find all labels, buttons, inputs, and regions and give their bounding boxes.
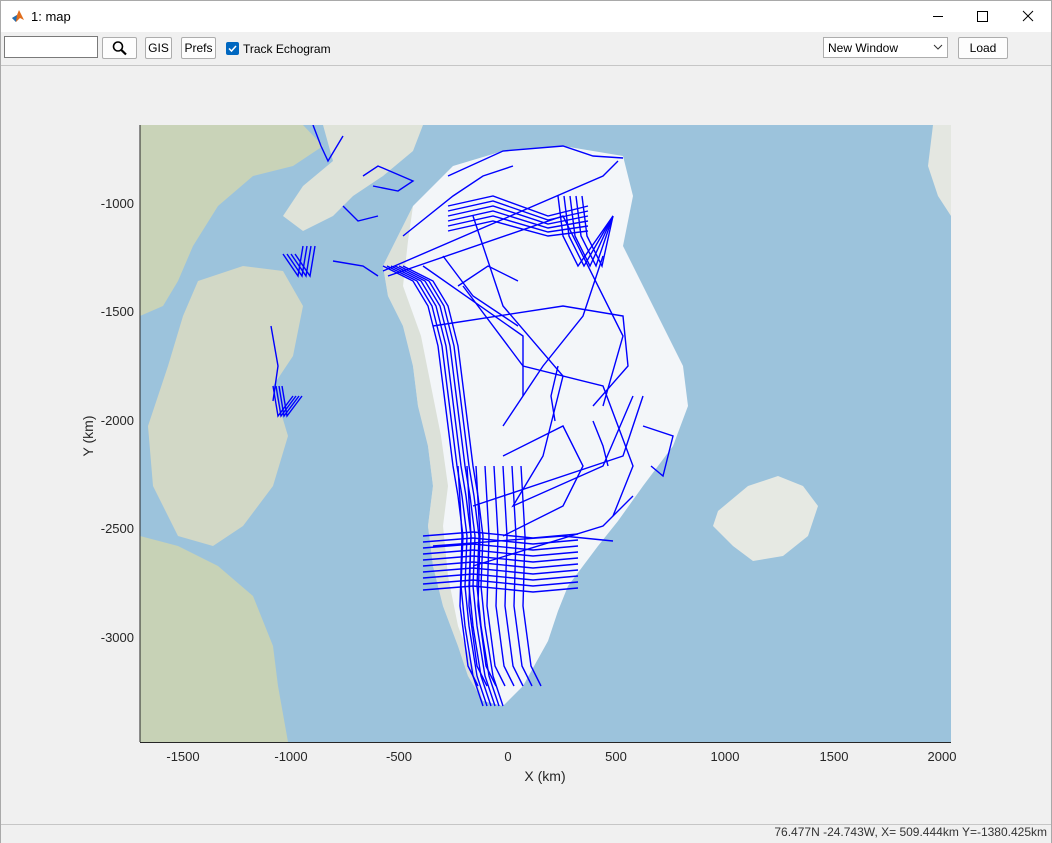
map-plot[interactable]: -1500 -1000 -500 0 500 1000 1500 2000 -1000-150…	[3, 66, 1049, 824]
y-tick-label: -1000	[101, 196, 134, 211]
basemap	[140, 125, 951, 742]
map-window: 1: map GIS Prefs Track Echogram New Wind…	[0, 0, 1052, 843]
minimize-button[interactable]	[915, 1, 961, 32]
close-button[interactable]	[1005, 1, 1051, 32]
window-title: 1: map	[31, 9, 71, 24]
x-tick-label: 2000	[928, 749, 957, 764]
search-button[interactable]	[102, 37, 137, 59]
x-tick-label: 1500	[820, 749, 849, 764]
chevron-down-icon	[933, 44, 943, 50]
load-button[interactable]: Load	[958, 37, 1008, 59]
x-tick-label: -500	[386, 749, 412, 764]
prefs-button[interactable]: Prefs	[181, 37, 216, 59]
track-echogram-checkbox[interactable]	[226, 42, 239, 55]
toolbar: GIS Prefs Track Echogram New Window Load	[1, 32, 1051, 66]
gis-button[interactable]: GIS	[145, 37, 172, 59]
x-tick-label: -1000	[274, 749, 307, 764]
search-input[interactable]	[4, 36, 98, 58]
track-echogram-label[interactable]: Track Echogram	[243, 42, 331, 56]
x-tick-label: 1000	[711, 749, 740, 764]
window-select[interactable]: New Window	[823, 37, 948, 58]
y-axis-label: Y (km)	[80, 416, 96, 457]
x-tick-label: 0	[504, 749, 511, 764]
y-tick-label: -2000	[101, 413, 134, 428]
minimize-icon	[933, 16, 943, 17]
magnifier-icon	[112, 41, 127, 56]
checkmark-icon	[228, 45, 237, 53]
y-tick-labels: -1000 -1500 -2000 -2500 -3000	[101, 196, 134, 645]
figure-area: -1500 -1000 -500 0 500 1000 1500 2000 -1000 -150…	[3, 66, 1049, 824]
maximize-button[interactable]	[959, 1, 1005, 32]
x-tick-label: 500	[605, 749, 627, 764]
y-tick-label: -3000	[101, 630, 134, 645]
x-tick-label: -1500	[166, 749, 199, 764]
close-icon	[1022, 10, 1034, 22]
y-tick-label: -1500	[101, 304, 134, 319]
x-tick-labels: -1500 -1000 -500 0 500 1000 1500 2000	[166, 749, 956, 764]
status-bar: 76.477N -24.743W, X= 509.444km Y=-1380.4…	[1, 824, 1051, 843]
window-select-value: New Window	[828, 41, 899, 55]
title-bar: 1: map	[1, 1, 1051, 32]
cursor-coordinates: 76.477N -24.743W, X= 509.444km Y=-1380.4…	[774, 825, 1047, 839]
maximize-icon	[977, 11, 988, 22]
x-axis-label: X (km)	[524, 768, 565, 784]
matlab-icon	[12, 10, 24, 22]
y-tick-label: -2500	[101, 521, 134, 536]
